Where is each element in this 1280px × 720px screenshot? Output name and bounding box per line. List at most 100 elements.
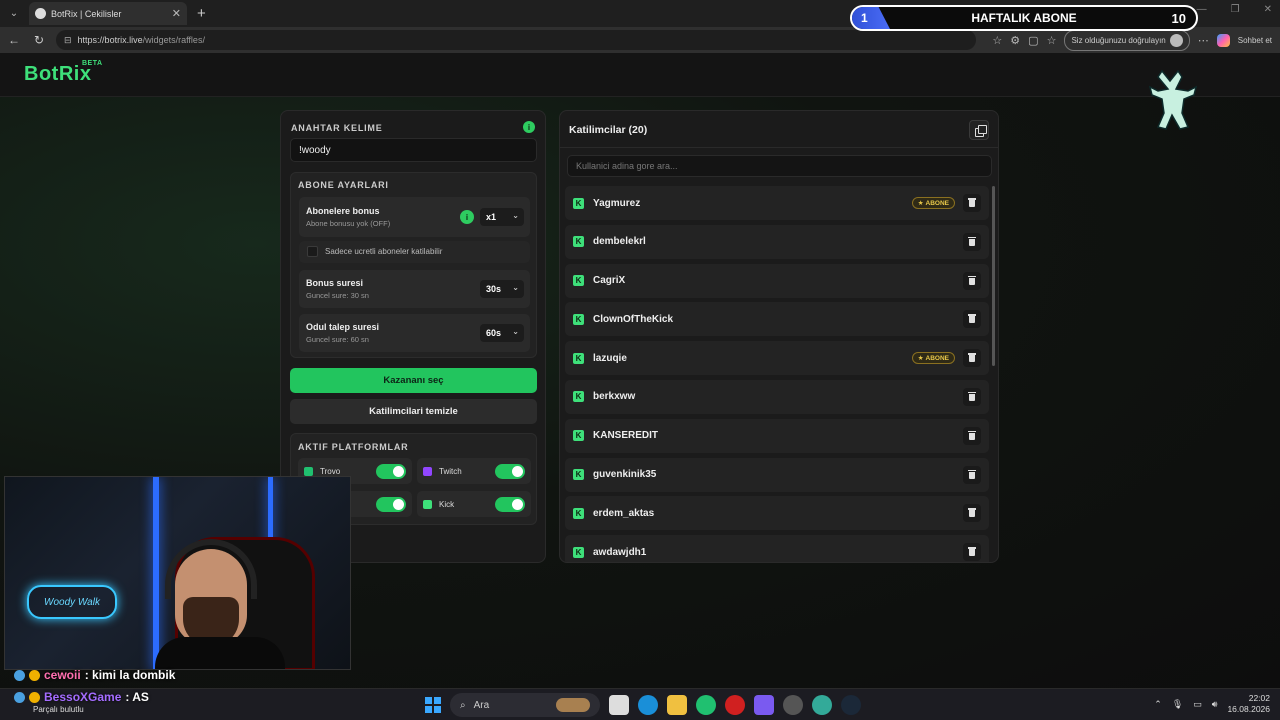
sub-bonus-title: Abonelere bonus <box>306 206 380 216</box>
avatar <box>1169 34 1183 47</box>
discord-icon[interactable] <box>754 695 774 715</box>
keyword-title: ANAHTAR KELIME <box>291 123 383 133</box>
delete-icon[interactable] <box>963 310 981 329</box>
file-explorer-icon[interactable] <box>667 695 687 715</box>
participants-title: Katilimcilar (20) <box>569 124 648 136</box>
app-icon[interactable] <box>696 695 716 715</box>
delete-icon[interactable] <box>963 426 981 445</box>
neon-light <box>153 477 159 669</box>
list-item: K KANSEREDIT <box>565 418 989 453</box>
kick-icon: K <box>573 197 584 209</box>
sub-settings-section: ABONE AYARLARI Abonelere bonus Abone bon… <box>290 172 537 358</box>
app-icon[interactable] <box>783 695 803 715</box>
start-icon[interactable] <box>425 697 441 713</box>
participant-name: dembelekrl <box>593 236 646 248</box>
site-info-icon[interactable]: ⊟ <box>64 35 72 46</box>
chat-badge-icon <box>29 691 40 703</box>
microphone-icon[interactable]: 🎙︎ <box>1172 699 1183 710</box>
clock[interactable]: 22:02 16.08.2026 <box>1227 693 1270 715</box>
list-item: K CagriX <box>565 263 989 298</box>
twitch-toggle[interactable] <box>495 464 525 479</box>
delete-icon[interactable] <box>963 504 981 523</box>
list-item: Kawdawjdh1 <box>565 535 989 562</box>
weekly-sub-goal-overlay: 1 HAFTALIK ABONE 10 <box>850 5 1198 31</box>
more-menu-icon[interactable]: ⋯ <box>1198 34 1209 47</box>
maximize-icon[interactable]: ❐ <box>1231 4 1240 15</box>
favorite-star-icon[interactable]: ☆ <box>992 34 1002 47</box>
kick-icon: K <box>573 430 584 442</box>
minimize-icon[interactable]: — <box>1197 4 1207 15</box>
participant-search-input[interactable]: Kullanici adina gore ara... <box>567 155 992 177</box>
close-window-icon[interactable]: ✕ <box>1264 4 1272 15</box>
neon-sign: Woody Walk <box>27 585 117 619</box>
youtube-toggle[interactable] <box>376 497 406 512</box>
participants-scrollbar[interactable] <box>992 186 995 366</box>
trovo-icon <box>304 466 313 476</box>
list-item: Kberkxww <box>565 379 989 414</box>
app-icon[interactable] <box>725 695 745 715</box>
delete-icon[interactable] <box>963 232 981 251</box>
claim-duration-select[interactable]: 60s ⌄ <box>480 324 524 342</box>
list-item: Kdembelekrl <box>565 224 989 259</box>
participant-name: CagriX <box>593 275 626 287</box>
close-tab-icon[interactable]: ✕ <box>172 7 181 20</box>
trovo-toggle[interactable] <box>376 464 406 479</box>
sub-bonus-select[interactable]: x1 ⌄ <box>480 208 524 226</box>
tab-actions-icon[interactable]: ⌄ <box>3 3 25 25</box>
paid-only-checkbox[interactable] <box>307 246 318 257</box>
chevron-up-icon[interactable]: ⌃ <box>1154 699 1162 710</box>
kick-icon: K <box>573 469 584 481</box>
edge-icon[interactable] <box>638 695 658 715</box>
sub-bonus-row: Abonelere bonus Abone bonusu yok (OFF) i… <box>299 197 530 237</box>
chat-badge-icon <box>14 669 25 681</box>
back-icon[interactable]: ← <box>3 33 25 47</box>
participant-name: Yagmurez <box>593 197 641 209</box>
favorites-icon[interactable]: ☆ <box>1047 34 1057 47</box>
delete-icon[interactable] <box>963 465 981 484</box>
app-icon[interactable] <box>812 695 832 715</box>
search-icon: ⌕ <box>460 699 466 711</box>
kick-toggle[interactable] <box>495 497 525 512</box>
profile-verify-button[interactable]: Siz olduğunuzu doğrulayın <box>1064 30 1190 51</box>
delete-icon[interactable] <box>963 387 981 406</box>
chat-label[interactable]: Sohbet et <box>1238 36 1272 45</box>
chevron-down-icon: ⌄ <box>512 211 519 220</box>
bonus-duration-select[interactable]: 30s ⌄ <box>480 280 524 298</box>
kick-icon: K <box>573 236 584 248</box>
delete-icon[interactable] <box>963 349 981 368</box>
pick-winner-button[interactable]: Kazananı seç <box>290 368 537 393</box>
streamer-body <box>155 637 285 669</box>
chat-badge-icon <box>29 669 40 681</box>
volume-icon[interactable]: 🔊︎ <box>1212 699 1218 710</box>
delete-icon[interactable] <box>963 194 981 212</box>
task-view-icon[interactable] <box>609 695 629 715</box>
botrix-logo[interactable]: BotRix BETA <box>24 60 102 86</box>
steam-icon[interactable] <box>841 695 861 715</box>
paid-only-row[interactable]: Sadece ucretli aboneler katilabilir <box>299 241 530 263</box>
sub-bonus-info-icon[interactable]: i <box>460 210 474 224</box>
clear-participants-button[interactable]: Katilimcilari temizle <box>290 399 537 424</box>
display-icon[interactable]: ▭ <box>1193 699 1202 710</box>
delete-icon[interactable] <box>963 271 981 290</box>
site-favicon-icon <box>35 8 46 19</box>
keyword-input[interactable]: !woody <box>290 138 537 162</box>
taskbar-search[interactable]: ⌕ Ara <box>450 693 600 717</box>
reload-icon[interactable]: ↻ <box>28 33 50 47</box>
split-screen-icon[interactable]: ▢ <box>1028 34 1038 47</box>
copy-icon[interactable] <box>969 120 989 140</box>
window-controls: — ❐ ✕ <box>1197 4 1272 15</box>
participant-name: awdawjdh1 <box>593 546 647 558</box>
participant-name: ClownOfTheKick <box>593 313 674 325</box>
browser-tab[interactable]: BotRix | Cekilisler ✕ <box>29 2 187 25</box>
info-icon[interactable]: i <box>523 121 535 133</box>
copilot-icon[interactable] <box>1216 34 1230 47</box>
weather-text: Parçalı bulutlu <box>33 705 84 714</box>
new-tab-icon[interactable]: + <box>197 5 206 22</box>
address-bar[interactable]: ⊟ https://botrix.live/widgets/raffles/ <box>56 30 976 50</box>
kick-icon <box>423 499 432 509</box>
delete-icon[interactable] <box>963 543 981 562</box>
participant-name: guvenkinik35 <box>593 469 657 481</box>
chat-message: BessoXGame : AS <box>14 690 149 704</box>
extensions-icon[interactable]: ⚙ <box>1010 34 1020 47</box>
url-host: https://botrix.live <box>77 35 143 45</box>
